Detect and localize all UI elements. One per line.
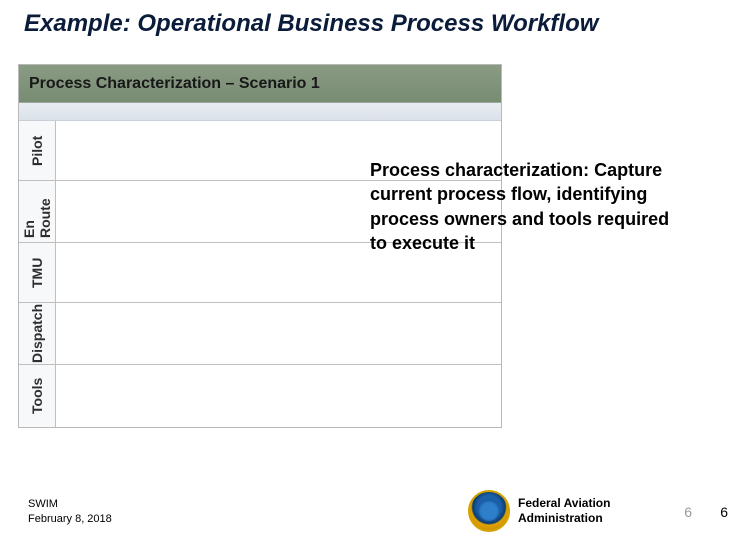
page-number-black: 6 xyxy=(720,504,728,520)
footer-left: SWIM February 8, 2018 xyxy=(28,497,112,526)
footer-date: February 8, 2018 xyxy=(28,512,112,526)
footer-agency-block: Federal Aviation Administration xyxy=(468,490,610,532)
slide-title: Example: Operational Business Process Wo… xyxy=(24,10,598,38)
faa-seal-icon xyxy=(468,490,510,532)
footer: SWIM February 8, 2018 Federal Aviation A… xyxy=(0,484,756,540)
swimlane-label: Tools xyxy=(19,365,55,427)
swimlane-label: Pilot xyxy=(19,121,55,180)
swimlane-label: TMU xyxy=(19,243,55,302)
swimlane: Tools xyxy=(19,365,501,427)
swimlane: Dispatch xyxy=(19,303,501,365)
agency-line2: Administration xyxy=(518,511,610,526)
agency-line1: Federal Aviation xyxy=(518,496,610,511)
swimlane-label: Dispatch xyxy=(19,303,55,364)
diagram-subheader xyxy=(19,103,501,121)
footer-project: SWIM xyxy=(28,497,112,511)
swimlane-label: En Route xyxy=(19,181,55,242)
swimlane-body xyxy=(55,303,501,364)
diagram-header: Process Characterization – Scenario 1 xyxy=(19,65,501,103)
callout-text: Process characterization: Capture curren… xyxy=(370,158,670,255)
page-number-grey: 6 xyxy=(684,504,692,520)
swimlane-body xyxy=(55,365,501,427)
agency-name: Federal Aviation Administration xyxy=(518,496,610,526)
